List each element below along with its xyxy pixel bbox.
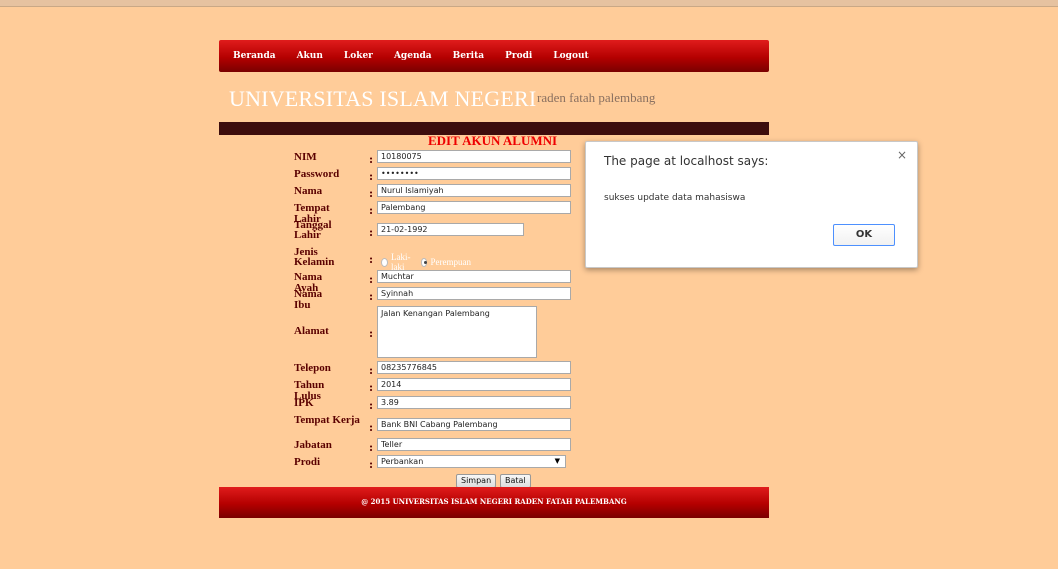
tempat-kerja-input[interactable] — [377, 418, 571, 431]
colon: : — [369, 381, 374, 394]
ipk-label: IPK — [294, 397, 314, 409]
nama-ibu-input[interactable] — [377, 287, 571, 300]
perempuan-label: Perempuan — [430, 257, 471, 267]
nav-beranda[interactable]: Beranda — [233, 51, 276, 61]
ok-button[interactable]: OK — [833, 224, 895, 246]
colon: : — [369, 273, 374, 286]
alamat-textarea[interactable]: Jalan Kenangan Palembang — [377, 306, 537, 358]
dialog-title: The page at localhost says: — [604, 154, 769, 168]
nim-input[interactable] — [377, 150, 571, 163]
jenis-kelamin-label: Jenis Kelamin — [294, 246, 335, 268]
alert-dialog: The page at localhost says: × sukses upd… — [585, 141, 918, 268]
telepon-label: Telepon — [294, 362, 331, 374]
colon: : — [369, 187, 374, 200]
dropdown-arrow-icon: ▼ — [554, 457, 560, 465]
site-title: UNIVERSITAS ISLAM NEGERI — [229, 86, 537, 111]
close-icon[interactable]: × — [897, 148, 907, 162]
colon: : — [369, 226, 374, 239]
prodi-selected-value: Perbankan — [381, 457, 424, 466]
colon: : — [369, 421, 374, 434]
batal-button[interactable]: Batal — [500, 474, 531, 488]
colon: : — [369, 290, 374, 303]
site-subtitle: raden fatah palembang — [537, 90, 656, 105]
colon: : — [369, 327, 374, 340]
prodi-select[interactable]: Perbankan ▼ — [377, 455, 566, 468]
colon: : — [369, 204, 374, 217]
prodi-label: Prodi — [294, 456, 321, 468]
password-input[interactable] — [377, 167, 571, 180]
colon: : — [369, 458, 374, 471]
ipk-input[interactable] — [377, 396, 571, 409]
colon: : — [369, 441, 374, 454]
colon: : — [369, 153, 374, 166]
nim-label: NIM — [294, 151, 317, 163]
form-title: EDIT AKUN ALUMNI — [428, 133, 558, 148]
jabatan-label: Jabatan — [294, 439, 332, 451]
browser-top-edge — [0, 0, 1058, 7]
nav-berita[interactable]: Berita — [453, 51, 484, 61]
nav-prodi[interactable]: Prodi — [505, 51, 532, 61]
password-label: Password — [294, 168, 340, 180]
telepon-input[interactable] — [377, 361, 571, 374]
nama-label: Nama — [294, 185, 323, 197]
radio-perempuan[interactable] — [420, 257, 428, 267]
nama-ayah-input[interactable] — [377, 270, 571, 283]
alamat-label: Alamat — [294, 325, 329, 337]
gender-group: Laki-laki Perempuan — [379, 252, 471, 272]
nav-logout[interactable]: Logout — [553, 51, 588, 61]
nav-loker[interactable]: Loker — [344, 51, 373, 61]
tempat-lahir-input[interactable] — [377, 201, 571, 214]
nama-ibu-label: Nama Ibu — [294, 288, 323, 311]
tanggal-lahir-input[interactable] — [377, 223, 524, 236]
dialog-message: sukses update data mahasiswa — [604, 193, 746, 203]
colon: : — [369, 399, 374, 412]
navbar: Beranda Akun Loker Agenda Berita Prodi L… — [219, 40, 769, 72]
nama-input[interactable] — [377, 184, 571, 197]
footer: @ 2015 UNIVERSITAS ISLAM NEGERI RADEN FA… — [219, 487, 769, 518]
tanggal-lahir-label: Tanggal Lahir — [294, 219, 332, 241]
simpan-button[interactable]: Simpan — [456, 474, 497, 488]
jabatan-input[interactable] — [377, 438, 571, 451]
radio-laki-laki[interactable] — [381, 257, 388, 267]
laki-laki-label: Laki-laki — [390, 252, 411, 272]
nav-agenda[interactable]: Agenda — [394, 51, 432, 61]
tempat-kerja-label: Tempat Kerja — [294, 414, 360, 426]
colon: : — [369, 364, 374, 377]
colon: : — [369, 253, 374, 266]
colon: : — [369, 170, 374, 183]
nav-akun[interactable]: Akun — [297, 51, 323, 61]
tahun-lulus-input[interactable] — [377, 378, 571, 391]
